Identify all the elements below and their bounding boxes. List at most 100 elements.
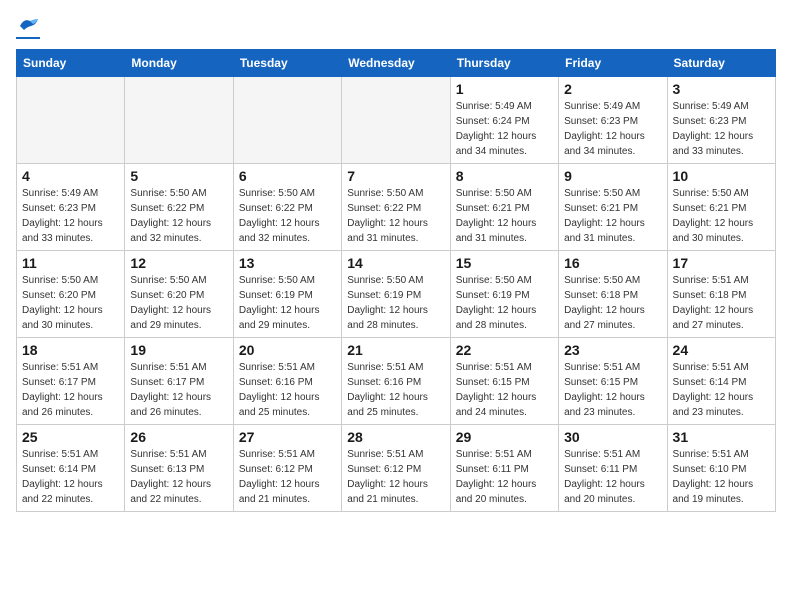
day-info: Sunrise: 5:50 AMSunset: 6:19 PMDaylight:… (239, 273, 336, 333)
day-number: 11 (22, 255, 119, 271)
calendar-cell: 1 Sunrise: 5:49 AMSunset: 6:24 PMDaylight… (450, 77, 558, 164)
day-info: Sunrise: 5:50 AMSunset: 6:22 PMDaylight:… (347, 186, 444, 246)
calendar-cell: 24 Sunrise: 5:51 AMSunset: 6:14 PMDayligh… (667, 338, 775, 425)
day-number: 7 (347, 168, 444, 184)
calendar-week-row: 11 Sunrise: 5:50 AMSunset: 6:20 PMDayligh… (17, 251, 776, 338)
day-info: Sunrise: 5:50 AMSunset: 6:20 PMDaylight:… (130, 273, 227, 333)
day-number: 21 (347, 342, 444, 358)
day-info: Sunrise: 5:50 AMSunset: 6:19 PMDaylight:… (456, 273, 553, 333)
header (16, 16, 776, 39)
day-info: Sunrise: 5:49 AMSunset: 6:23 PMDaylight:… (22, 186, 119, 246)
calendar-cell: 15 Sunrise: 5:50 AMSunset: 6:19 PMDayligh… (450, 251, 558, 338)
logo-bird-icon (18, 16, 40, 34)
day-number: 10 (673, 168, 770, 184)
calendar-cell: 26 Sunrise: 5:51 AMSunset: 6:13 PMDayligh… (125, 425, 233, 512)
day-info: Sunrise: 5:51 AMSunset: 6:13 PMDaylight:… (130, 447, 227, 507)
day-number: 28 (347, 429, 444, 445)
day-info: Sunrise: 5:51 AMSunset: 6:16 PMDaylight:… (347, 360, 444, 420)
calendar-cell: 19Sunrise: 5:51 AMSunset: 6:17 PMDayligh… (125, 338, 233, 425)
day-number: 30 (564, 429, 661, 445)
calendar-cell: 14 Sunrise: 5:50 AMSunset: 6:19 PMDayligh… (342, 251, 450, 338)
calendar-cell: 2 Sunrise: 5:49 AMSunset: 6:23 PMDaylight… (559, 77, 667, 164)
calendar-cell: 12 Sunrise: 5:50 AMSunset: 6:20 PMDayligh… (125, 251, 233, 338)
calendar-cell: 9Sunrise: 5:50 AMSunset: 6:21 PMDaylight… (559, 164, 667, 251)
calendar-cell: 18 Sunrise: 5:51 AMSunset: 6:17 PMDayligh… (17, 338, 125, 425)
calendar-cell: 8 Sunrise: 5:50 AMSunset: 6:21 PMDaylight… (450, 164, 558, 251)
day-info: Sunrise: 5:50 AMSunset: 6:21 PMDaylight:… (673, 186, 770, 246)
calendar-cell: 4 Sunrise: 5:49 AMSunset: 6:23 PMDaylight… (17, 164, 125, 251)
weekday-header: Tuesday (233, 50, 341, 77)
day-info: Sunrise: 5:50 AMSunset: 6:20 PMDaylight:… (22, 273, 119, 333)
calendar-cell: 3 Sunrise: 5:49 AMSunset: 6:23 PMDaylight… (667, 77, 775, 164)
day-number: 25 (22, 429, 119, 445)
day-info: Sunrise: 5:51 AMSunset: 6:15 PMDaylight:… (564, 360, 661, 420)
day-info: Sunrise: 5:49 AMSunset: 6:23 PMDaylight:… (673, 99, 770, 159)
weekday-header: Monday (125, 50, 233, 77)
day-info: Sunrise: 5:50 AMSunset: 6:22 PMDaylight:… (130, 186, 227, 246)
day-number: 23 (564, 342, 661, 358)
calendar-cell: 23 Sunrise: 5:51 AMSunset: 6:15 PMDayligh… (559, 338, 667, 425)
day-number: 12 (130, 255, 227, 271)
day-number: 18 (22, 342, 119, 358)
weekday-header: Sunday (17, 50, 125, 77)
day-number: 4 (22, 168, 119, 184)
calendar-cell (342, 77, 450, 164)
day-info: Sunrise: 5:50 AMSunset: 6:18 PMDaylight:… (564, 273, 661, 333)
calendar-week-row: 25 Sunrise: 5:51 AMSunset: 6:14 PMDayligh… (17, 425, 776, 512)
weekday-header-row: SundayMondayTuesdayWednesdayThursdayFrid… (17, 50, 776, 77)
day-number: 13 (239, 255, 336, 271)
day-info: Sunrise: 5:51 AMSunset: 6:16 PMDaylight:… (239, 360, 336, 420)
day-number: 29 (456, 429, 553, 445)
calendar-cell (125, 77, 233, 164)
calendar-cell: 30Sunrise: 5:51 AMSunset: 6:11 PMDayligh… (559, 425, 667, 512)
calendar-cell: 29 Sunrise: 5:51 AMSunset: 6:11 PMDayligh… (450, 425, 558, 512)
day-number: 9 (564, 168, 661, 184)
day-info: Sunrise: 5:51 AMSunset: 6:15 PMDaylight:… (456, 360, 553, 420)
day-number: 1 (456, 81, 553, 97)
day-number: 3 (673, 81, 770, 97)
calendar-cell: 13 Sunrise: 5:50 AMSunset: 6:19 PMDayligh… (233, 251, 341, 338)
day-info: Sunrise: 5:51 AMSunset: 6:14 PMDaylight:… (22, 447, 119, 507)
day-number: 19 (130, 342, 227, 358)
logo (16, 16, 40, 39)
calendar-cell: 28 Sunrise: 5:51 AMSunset: 6:12 PMDayligh… (342, 425, 450, 512)
day-number: 2 (564, 81, 661, 97)
calendar-cell: 16 Sunrise: 5:50 AMSunset: 6:18 PMDayligh… (559, 251, 667, 338)
day-info: Sunrise: 5:50 AMSunset: 6:19 PMDaylight:… (347, 273, 444, 333)
day-number: 24 (673, 342, 770, 358)
day-number: 22 (456, 342, 553, 358)
day-number: 26 (130, 429, 227, 445)
calendar-cell: 22 Sunrise: 5:51 AMSunset: 6:15 PMDayligh… (450, 338, 558, 425)
calendar-table: SundayMondayTuesdayWednesdayThursdayFrid… (16, 49, 776, 512)
day-number: 15 (456, 255, 553, 271)
calendar-cell: 6Sunrise: 5:50 AMSunset: 6:22 PMDaylight… (233, 164, 341, 251)
calendar-cell: 21 Sunrise: 5:51 AMSunset: 6:16 PMDayligh… (342, 338, 450, 425)
day-number: 6 (239, 168, 336, 184)
day-info: Sunrise: 5:51 AMSunset: 6:14 PMDaylight:… (673, 360, 770, 420)
day-number: 14 (347, 255, 444, 271)
day-info: Sunrise: 5:51 AMSunset: 6:11 PMDaylight:… (456, 447, 553, 507)
day-number: 16 (564, 255, 661, 271)
weekday-header: Wednesday (342, 50, 450, 77)
day-info: Sunrise: 5:51 AMSunset: 6:18 PMDaylight:… (673, 273, 770, 333)
calendar-week-row: 18 Sunrise: 5:51 AMSunset: 6:17 PMDayligh… (17, 338, 776, 425)
calendar-cell: 5 Sunrise: 5:50 AMSunset: 6:22 PMDaylight… (125, 164, 233, 251)
day-number: 5 (130, 168, 227, 184)
calendar-cell (17, 77, 125, 164)
day-info: Sunrise: 5:49 AMSunset: 6:23 PMDaylight:… (564, 99, 661, 159)
calendar-cell: 7 Sunrise: 5:50 AMSunset: 6:22 PMDaylight… (342, 164, 450, 251)
calendar-cell (233, 77, 341, 164)
day-info: Sunrise: 5:50 AMSunset: 6:21 PMDaylight:… (456, 186, 553, 246)
calendar-week-row: 1 Sunrise: 5:49 AMSunset: 6:24 PMDaylight… (17, 77, 776, 164)
day-info: Sunrise: 5:51 AMSunset: 6:17 PMDaylight:… (22, 360, 119, 420)
day-info: Sunrise: 5:51 AMSunset: 6:10 PMDaylight:… (673, 447, 770, 507)
day-number: 20 (239, 342, 336, 358)
day-info: Sunrise: 5:51 AMSunset: 6:12 PMDaylight:… (347, 447, 444, 507)
weekday-header: Friday (559, 50, 667, 77)
day-number: 8 (456, 168, 553, 184)
calendar-cell: 10 Sunrise: 5:50 AMSunset: 6:21 PMDayligh… (667, 164, 775, 251)
day-number: 31 (673, 429, 770, 445)
day-info: Sunrise: 5:49 AMSunset: 6:24 PMDaylight:… (456, 99, 553, 159)
day-number: 17 (673, 255, 770, 271)
weekday-header: Saturday (667, 50, 775, 77)
